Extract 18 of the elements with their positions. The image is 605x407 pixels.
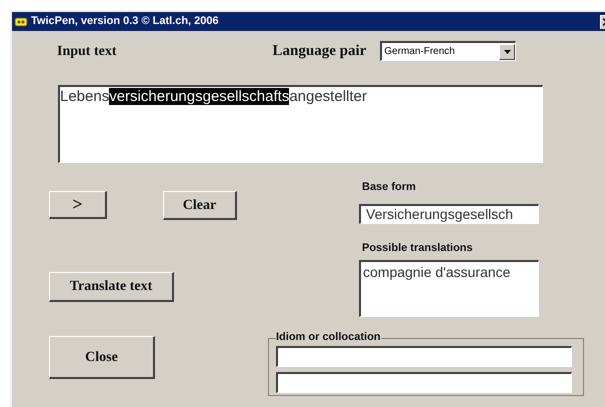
close-dialog-button[interactable]: Close [49, 336, 155, 379]
translate-text-button[interactable]: Translate text [49, 272, 174, 302]
base-form-label: Base form [362, 181, 417, 194]
next-button[interactable]: > [49, 191, 107, 219]
collocation-field[interactable] [276, 372, 572, 393]
possible-translations-label: Possible translations [362, 242, 474, 255]
app-icon [14, 16, 28, 28]
language-pair-label: Language pair [272, 42, 366, 61]
dropdown-arrow-button[interactable] [499, 44, 516, 60]
input-text-area[interactable]: Lebensversicherungsgesellschaftsangestellter [58, 85, 543, 163]
base-form-field[interactable]: Versicherungsgesellsch [359, 204, 539, 224]
idiom-field[interactable] [276, 346, 572, 367]
possible-translations-field[interactable]: compagnie d'assurance [359, 260, 539, 317]
clear-button[interactable]: Clear [163, 191, 237, 220]
language-pair-dropdown[interactable]: German-French [380, 41, 516, 61]
input-text-label: Input text [57, 42, 117, 60]
caret-icon [504, 50, 511, 54]
window-title: TwicPen, version 0.3 © Latl.ch, 2006 [31, 14, 219, 30]
